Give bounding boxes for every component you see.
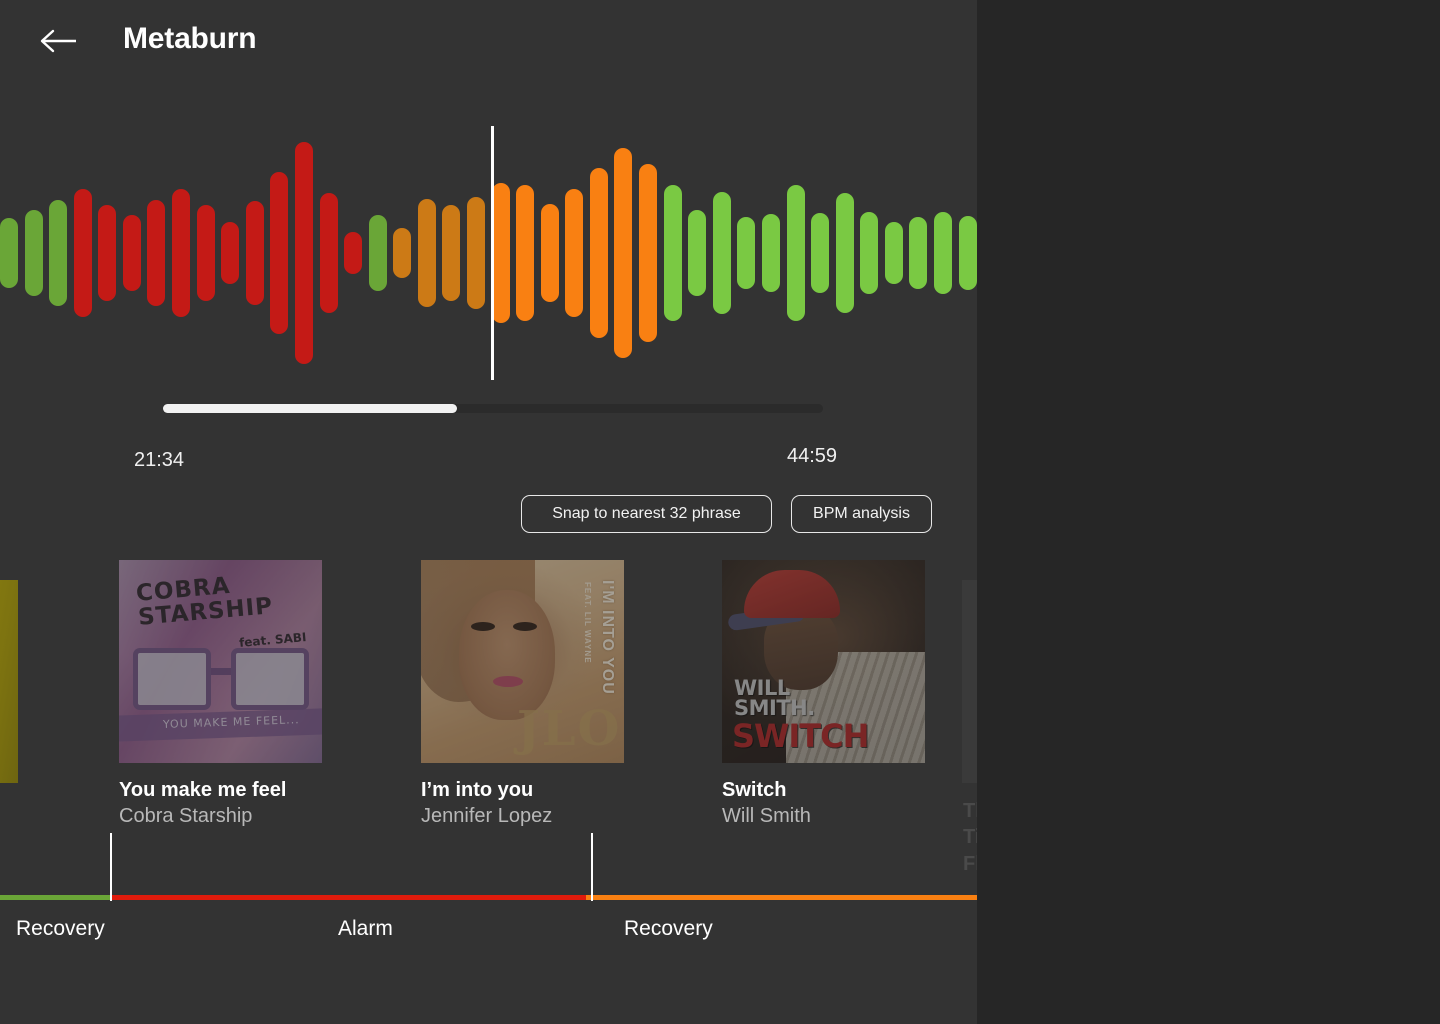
app-root: Metaburn 21:34 44:59 Snap to nearest 32 … — [0, 0, 1440, 1024]
track-card[interactable]: COBRA STARSHIP feat. SABI YOU MAKE ME FEE… — [119, 560, 322, 830]
main-panel: Metaburn 21:34 44:59 Snap to nearest 32 … — [0, 0, 977, 1024]
playhead-marker[interactable] — [491, 126, 494, 380]
track-carousel[interactable]: COBRA STARSHIP feat. SABI YOU MAKE ME FEE… — [0, 560, 977, 900]
timeline-label: Recovery — [624, 917, 713, 940]
waveform-bar — [147, 200, 166, 306]
waveform-bar — [712, 192, 731, 314]
waveform-bar — [196, 205, 215, 301]
track-artist: Jennifer Lopez — [421, 805, 553, 828]
waveform-bar — [565, 189, 584, 317]
waveform-bar — [737, 217, 756, 289]
album-art-jennifer-lopez[interactable]: FEAT. LIL WAYNE I'M INTO YOU JLO — [421, 560, 624, 763]
waveform-bar — [811, 213, 830, 293]
waveform-bar — [540, 204, 559, 302]
track-card[interactable]: FEAT. LIL WAYNE I'M INTO YOU JLO I’m int… — [421, 560, 624, 830]
timeline-divider[interactable] — [591, 833, 594, 901]
waveform-bar — [49, 200, 68, 306]
track-title: I’m into you — [421, 779, 534, 801]
waveform-bar — [516, 185, 535, 321]
waveform-bar — [344, 232, 363, 274]
track-card[interactable]: WILL SMITH. SWITCH Switch Will Smith — [722, 560, 925, 830]
waveform-bar — [491, 183, 510, 323]
timeline-segment — [0, 895, 113, 900]
back-arrow-icon[interactable] — [40, 24, 80, 58]
waveform-bar — [172, 189, 191, 317]
waveform-bar — [417, 199, 436, 307]
waveform-bar — [98, 205, 117, 301]
snap-to-phrase-button[interactable]: Snap to nearest 32 phrase — [521, 495, 772, 533]
timeline-strip[interactable] — [0, 895, 977, 900]
waveform-bar — [24, 210, 43, 296]
waveform-bar — [589, 168, 608, 338]
track-title: You make me feel — [119, 779, 287, 801]
waveform-bar — [245, 201, 264, 305]
timeline-label: Alarm — [338, 917, 393, 940]
waveform-bar — [835, 193, 854, 313]
waveform-bar — [73, 189, 92, 317]
track-artist: Cobra Starship — [119, 805, 253, 828]
section-timeline[interactable]: Recovery Alarm Recovery — [0, 833, 977, 1024]
track-artist: Will Smith — [722, 805, 811, 828]
track-title: Switch — [722, 779, 787, 801]
waveform-bar — [909, 217, 928, 289]
waveform-bar — [761, 214, 780, 292]
waveform-bar — [614, 148, 633, 358]
cover-overlay — [722, 560, 925, 763]
waveform-bar — [663, 185, 682, 321]
timeline-segment — [112, 895, 587, 900]
track-card-partial-right[interactable] — [962, 580, 977, 783]
page-title: Metaburn — [123, 22, 257, 55]
track-card-partial-right-text: TheTimFl — [963, 800, 977, 875]
cover-overlay — [119, 560, 322, 763]
progress-bar[interactable] — [163, 404, 823, 413]
timeline-segment — [586, 895, 977, 900]
album-art-cobra-starship[interactable]: COBRA STARSHIP feat. SABI YOU MAKE ME FEE… — [119, 560, 322, 763]
waveform-bar — [860, 212, 879, 294]
waveform-bar — [639, 164, 658, 342]
waveform-bar — [688, 210, 707, 296]
waveform-bar — [221, 222, 240, 284]
waveform-bar — [933, 212, 952, 294]
cover-overlay — [421, 560, 624, 763]
waveform-bar — [466, 197, 485, 309]
waveform-bar — [270, 172, 289, 334]
waveform-bar — [442, 205, 461, 301]
waveform-bar — [393, 228, 412, 278]
waveform-bar — [319, 193, 338, 313]
bpm-analysis-button[interactable]: BPM analysis — [791, 495, 932, 533]
waveform-bar — [884, 222, 903, 284]
waveform-display[interactable] — [0, 126, 977, 380]
total-time-label: 44:59 — [787, 445, 838, 467]
album-art-will-smith[interactable]: WILL SMITH. SWITCH — [722, 560, 925, 763]
waveform-bar — [122, 215, 141, 291]
waveform-bar — [786, 185, 805, 321]
timeline-divider[interactable] — [110, 833, 113, 901]
waveform-bars[interactable] — [0, 126, 977, 380]
current-time-label: 21:34 — [134, 449, 185, 471]
waveform-bar — [0, 218, 18, 288]
waveform-bar — [958, 216, 977, 290]
track-card-partial-left[interactable] — [0, 580, 18, 783]
waveform-bar — [368, 215, 387, 291]
progress-fill — [163, 404, 457, 413]
waveform-bar — [294, 142, 313, 364]
timeline-label: Recovery — [16, 917, 105, 940]
side-panel: Connect to screen Your musicRecovery sou… — [977, 0, 1440, 1024]
header-bar: Metaburn — [0, 0, 977, 84]
